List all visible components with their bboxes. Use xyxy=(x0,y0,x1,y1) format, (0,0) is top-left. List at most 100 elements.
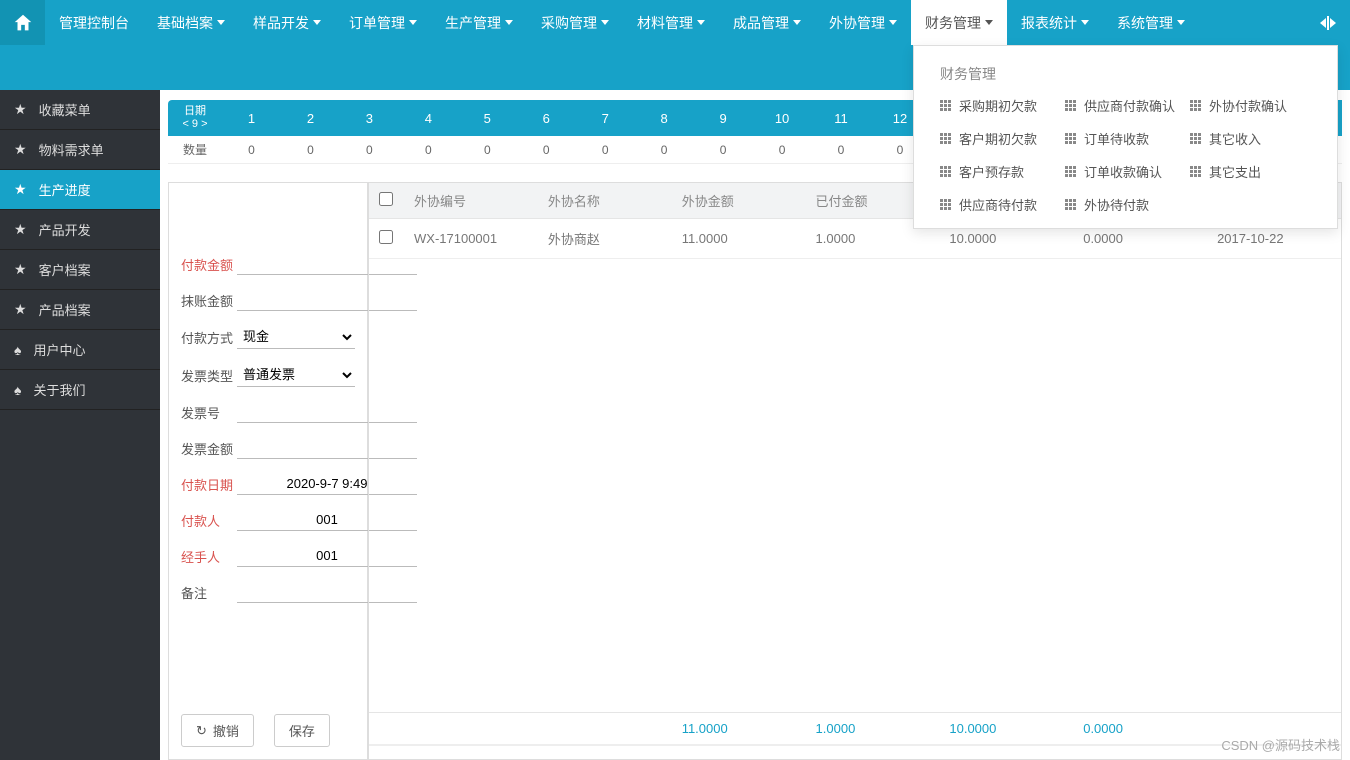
nav-item-2[interactable]: 样品开发 xyxy=(239,0,335,45)
invoice-no-label: 发票号 xyxy=(181,403,237,422)
nav-item-4[interactable]: 生产管理 xyxy=(431,0,527,45)
grid-icon xyxy=(1065,133,1076,144)
sidebar-item-2[interactable]: ★生产进度 xyxy=(0,170,160,210)
grid-icon xyxy=(1065,100,1076,111)
sidebar-item-7[interactable]: ♠关于我们 xyxy=(0,370,160,410)
col-amount[interactable]: 外协金额 xyxy=(672,183,806,219)
dropdown-item-5[interactable]: 其它收入 xyxy=(1190,129,1311,148)
nav-item-0[interactable]: 管理控制台 xyxy=(45,0,143,45)
caret-icon xyxy=(1177,20,1185,25)
payer-label: 付款人 xyxy=(181,511,237,530)
col-name[interactable]: 外协名称 xyxy=(538,183,672,219)
qty-cell: 0 xyxy=(753,143,812,157)
caret-icon xyxy=(601,20,609,25)
grid-icon xyxy=(1190,133,1201,144)
handler-label: 经手人 xyxy=(181,547,237,566)
date-cell[interactable]: 9 xyxy=(694,100,753,136)
form-panel: 付款金额 抹账金额 付款方式现金 发票类型普通发票 发票号 发票金额 付款日期 … xyxy=(168,182,368,760)
pay-method-select[interactable]: 现金 xyxy=(237,325,355,349)
qty-cell: 0 xyxy=(222,143,281,157)
invoice-type-select[interactable]: 普通发票 xyxy=(237,363,355,387)
nav-item-10[interactable]: 报表统计 xyxy=(1007,0,1103,45)
dropdown-item-4[interactable]: 订单待收款 xyxy=(1065,129,1186,148)
pay-amount-label: 付款金额 xyxy=(181,255,237,274)
home-button[interactable] xyxy=(0,0,45,45)
nav-item-3[interactable]: 订单管理 xyxy=(335,0,431,45)
dropdown-item-2[interactable]: 外协付款确认 xyxy=(1190,96,1311,115)
caret-icon xyxy=(313,20,321,25)
dropdown-item-3[interactable]: 客户期初欠款 xyxy=(940,129,1061,148)
grid-icon xyxy=(1065,199,1076,210)
sidebar-item-label: 生产进度 xyxy=(39,180,91,199)
caret-icon xyxy=(889,20,897,25)
qty-cell: 0 xyxy=(458,143,517,157)
star-icon: ★ xyxy=(14,301,27,318)
caret-icon xyxy=(505,20,513,25)
finance-dropdown: 财务管理 采购期初欠款供应商付款确认外协付款确认客户期初欠款订单待收款其它收入客… xyxy=(913,45,1338,229)
nav-item-7[interactable]: 成品管理 xyxy=(719,0,815,45)
dropdown-title: 财务管理 xyxy=(914,64,1337,96)
date-cell[interactable]: 6 xyxy=(517,100,576,136)
dropdown-item-0[interactable]: 采购期初欠款 xyxy=(940,96,1061,115)
expand-icon xyxy=(1320,16,1336,30)
horizontal-scrollbar[interactable] xyxy=(369,745,1341,759)
dropdown-item-8[interactable]: 其它支出 xyxy=(1190,162,1311,181)
sidebar-item-label: 用户中心 xyxy=(33,340,85,359)
date-cell[interactable]: 2 xyxy=(281,100,340,136)
row-checkbox[interactable] xyxy=(379,230,393,244)
grid-icon xyxy=(940,100,951,111)
date-cell[interactable]: 3 xyxy=(340,100,399,136)
nav-item-6[interactable]: 材料管理 xyxy=(623,0,719,45)
dropdown-item-7[interactable]: 订单收款确认 xyxy=(1065,162,1186,181)
sidebar-item-5[interactable]: ★ 产品档案 xyxy=(0,290,160,330)
select-all-checkbox[interactable] xyxy=(379,192,393,206)
home-icon xyxy=(12,12,34,34)
nav-item-9[interactable]: 财务管理 xyxy=(911,0,1007,45)
top-nav: 管理控制台基础档案样品开发订单管理生产管理采购管理材料管理成品管理外协管理财务管… xyxy=(0,0,1350,45)
invoice-amount-label: 发票金额 xyxy=(181,439,237,458)
star-icon: ★ xyxy=(14,101,27,118)
date-cell[interactable]: 11 xyxy=(812,100,871,136)
nav-item-11[interactable]: 系统管理 xyxy=(1103,0,1199,45)
undo-button[interactable]: ↻撤销 xyxy=(181,714,254,747)
table-footer-row: 11.0000 1.0000 10.0000 0.0000 xyxy=(369,713,1341,745)
sidebar-item-1[interactable]: ★物料需求单 xyxy=(0,130,160,170)
date-strip-header[interactable]: 日期 < 9 > xyxy=(168,100,222,136)
grid-icon xyxy=(940,166,951,177)
caret-icon xyxy=(793,20,801,25)
date-cell[interactable]: 7 xyxy=(576,100,635,136)
refresh-icon: ↻ xyxy=(196,723,207,739)
caret-icon xyxy=(985,20,993,25)
sidebar-item-4[interactable]: ★客户档案 xyxy=(0,250,160,290)
date-cell[interactable]: 4 xyxy=(399,100,458,136)
dropdown-item-9[interactable]: 供应商待付款 xyxy=(940,195,1061,214)
quantity-header: 数量 xyxy=(168,141,222,158)
dropdown-item-6[interactable]: 客户预存款 xyxy=(940,162,1061,181)
nav-item-5[interactable]: 采购管理 xyxy=(527,0,623,45)
nav-item-8[interactable]: 外协管理 xyxy=(815,0,911,45)
grid-icon xyxy=(1190,166,1201,177)
dropdown-item-1[interactable]: 供应商付款确认 xyxy=(1065,96,1186,115)
col-code[interactable]: 外协编号 xyxy=(404,183,538,219)
sidebar-item-label: 产品档案 xyxy=(39,300,91,319)
sidebar-item-3[interactable]: ★产品开发 xyxy=(0,210,160,250)
qty-cell: 0 xyxy=(517,143,576,157)
dropdown-item-10[interactable]: 外协待付款 xyxy=(1065,195,1186,214)
sidebar-item-0[interactable]: ★收藏菜单 xyxy=(0,90,160,130)
offset-amount-label: 抹账金额 xyxy=(181,291,237,310)
date-cell[interactable]: 10 xyxy=(753,100,812,136)
date-cell[interactable]: 1 xyxy=(222,100,281,136)
expand-toggle[interactable] xyxy=(1305,0,1350,45)
pay-date-label: 付款日期 xyxy=(181,475,237,494)
caret-icon xyxy=(697,20,705,25)
date-cell[interactable]: 5 xyxy=(458,100,517,136)
table-panel: 外协编号 外协名称 外协金额 已付金额 WX-17100001 xyxy=(368,182,1342,760)
sidebar-item-6[interactable]: ♠用户中心 xyxy=(0,330,160,370)
star-icon: ★ xyxy=(14,261,27,278)
nav-item-1[interactable]: 基础档案 xyxy=(143,0,239,45)
date-cell[interactable]: 8 xyxy=(635,100,694,136)
caret-icon xyxy=(409,20,417,25)
grid-icon xyxy=(940,133,951,144)
star-icon: ♠ xyxy=(14,382,21,398)
save-button[interactable]: 保存 xyxy=(274,714,330,747)
